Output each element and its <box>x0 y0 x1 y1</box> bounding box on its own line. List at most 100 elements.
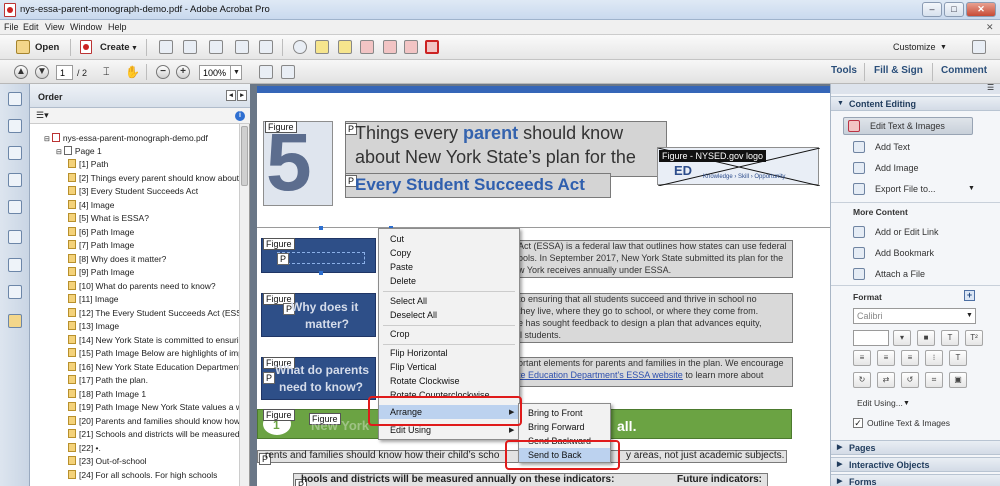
tab-fill-sign[interactable]: Fill & Sign <box>874 65 923 76</box>
section-content-editing[interactable]: ▼ Content Editing <box>831 96 1000 111</box>
tree-item[interactable]: [21] Schools and districts will be measu… <box>68 428 240 441</box>
section-pages[interactable]: ▶ Pages <box>831 440 1000 455</box>
tree-item[interactable]: [24] For all schools. For high schools <box>68 469 217 482</box>
menu-view[interactable]: View <box>45 22 64 32</box>
font-dropdown-icon[interactable]: ▼ <box>966 312 973 319</box>
submenu-bring-to-front[interactable]: Bring to Front <box>519 406 610 420</box>
add-bookmark-button[interactable]: Add Bookmark <box>849 245 934 261</box>
scrollbar-thumb[interactable] <box>241 126 248 186</box>
menu-item-delete[interactable]: Delete <box>379 274 519 288</box>
menu-item-rotate-clockwise[interactable]: Rotate Clockwise <box>379 374 519 388</box>
tree-item[interactable]: [7] Path Image <box>68 239 134 252</box>
edit-using-menu[interactable]: Edit Using... <box>857 398 903 408</box>
signatures-icon[interactable] <box>8 173 22 187</box>
order-panel-icon[interactable] <box>8 314 22 328</box>
upload-icon[interactable] <box>209 40 223 54</box>
export-dropdown-icon[interactable]: ▼ <box>968 185 975 192</box>
tab-tools[interactable]: Tools <box>831 65 857 76</box>
menu-item-cut[interactable]: Cut <box>379 232 519 246</box>
font-size-input[interactable] <box>853 330 889 346</box>
pen-icon[interactable] <box>8 230 22 244</box>
close-button[interactable]: ✕ <box>966 2 996 17</box>
bullets-icon[interactable]: ⁝ <box>925 350 943 366</box>
tree-item[interactable]: [2] Things every parent should know abou… <box>68 172 240 185</box>
superscript-icon[interactable]: T <box>949 350 967 366</box>
page-thumbnails-icon[interactable] <box>8 92 22 106</box>
tree-item[interactable]: [18] Path Image 1 <box>68 388 146 401</box>
clip-icon[interactable] <box>8 200 22 214</box>
essa-website-link[interactable]: te Education Department's ESSA website <box>518 370 683 380</box>
selection-handle[interactable] <box>319 271 323 275</box>
size-dropdown-icon[interactable]: ▾ <box>893 330 911 346</box>
menu-item-copy[interactable]: Copy <box>379 246 519 260</box>
zoom-out-icon[interactable]: − <box>156 65 170 79</box>
tree-item[interactable]: [4] Image <box>68 199 114 212</box>
figure-number-five[interactable]: 5 <box>263 117 333 208</box>
edit-text-images-button[interactable]: Edit Text & Images <box>843 117 973 135</box>
menu-item-deselect-all[interactable]: Deselect All <box>379 308 519 322</box>
settings-gear-icon[interactable] <box>293 40 307 54</box>
edit-icon[interactable] <box>235 40 249 54</box>
tree-file-row[interactable]: ⊟ nys-essa-parent-monograph-demo.pdf <box>44 132 208 145</box>
menu-help[interactable]: Help <box>108 22 127 32</box>
rotate-ccw-icon[interactable]: ↺ <box>901 372 919 388</box>
maximize-button[interactable]: □ <box>944 2 964 17</box>
expand-icon[interactable] <box>972 40 986 54</box>
text-size-up-icon[interactable]: T² <box>965 330 983 346</box>
edit-using-dropdown-icon[interactable]: ▼ <box>903 400 910 407</box>
edit-text-images-toolbar-icon[interactable] <box>425 40 439 54</box>
tree-item[interactable]: [23] Out-of-school <box>68 455 147 468</box>
select-cursor-icon[interactable]: ⌶ <box>103 66 110 79</box>
outline-checkbox[interactable]: ✓ <box>853 418 863 428</box>
tree-item[interactable]: [20] Parents and families should know ho… <box>68 415 240 428</box>
customize-menu[interactable]: Customize <box>893 42 936 52</box>
menu-item-paste[interactable]: Paste <box>379 260 519 274</box>
full-screen-icon[interactable] <box>281 65 295 79</box>
attach-file-button[interactable]: Attach a File <box>849 266 925 282</box>
redact-icon[interactable] <box>383 40 397 54</box>
stamp-icon[interactable] <box>360 40 374 54</box>
bookmarks-icon[interactable] <box>8 119 22 133</box>
crop-icon[interactable]: ⌗ <box>925 372 943 388</box>
menu-item-flip-vertical[interactable]: Flip Vertical <box>379 360 519 374</box>
banner-text-frame[interactable] <box>277 252 365 264</box>
color-picker-icon[interactable]: ■ <box>917 330 935 346</box>
add-format-icon[interactable]: + <box>964 290 975 301</box>
menu-edit[interactable]: Edit <box>23 22 39 32</box>
tree-item[interactable]: [9] Path Image <box>68 266 134 279</box>
tree-item[interactable]: [16] New York State Education Department… <box>68 361 240 374</box>
create-button[interactable]: Create <box>100 39 130 56</box>
create-dropdown-icon[interactable]: ▼ <box>131 45 138 52</box>
align-center-icon[interactable]: ≡ <box>877 350 895 366</box>
menu-item-crop[interactable]: Crop <box>379 327 519 341</box>
menu-file[interactable]: File <box>4 22 19 32</box>
add-image-button[interactable]: Add Image <box>849 160 919 176</box>
fit-page-icon[interactable] <box>259 65 273 79</box>
next-page-icon[interactable]: ▼ <box>35 65 49 79</box>
submenu-bring-forward[interactable]: Bring Forward <box>519 420 610 434</box>
add-text-button[interactable]: Add Text <box>849 139 910 155</box>
close-document-icon[interactable]: ✕ <box>986 22 994 33</box>
menu-window[interactable]: Window <box>70 22 102 32</box>
tree-item[interactable]: [11] Image <box>68 293 119 306</box>
tree-item[interactable]: [22] •. <box>68 442 101 455</box>
expand-right-icon[interactable]: ▸ <box>237 90 247 101</box>
hand-tool-icon[interactable]: ✋ <box>125 65 140 79</box>
tab-comment[interactable]: Comment <box>941 65 987 76</box>
tree-item[interactable]: [1] Path <box>68 158 108 171</box>
zoom-level-input[interactable] <box>199 65 231 80</box>
comment-bubble-icon[interactable] <box>315 40 329 54</box>
flip-icon[interactable]: ⇄ <box>877 372 895 388</box>
minimize-button[interactable]: – <box>922 2 942 17</box>
options-menu-icon[interactable]: ☰▾ <box>36 110 49 121</box>
add-edit-link-button[interactable]: Add or Edit Link <box>849 224 939 240</box>
tree-item[interactable]: [10] What do parents need to know? <box>68 280 216 293</box>
panel-options-icon[interactable]: ☰ <box>987 83 994 92</box>
tree-item[interactable]: [6] Path Image <box>68 226 134 239</box>
order-scrollbar[interactable] <box>239 124 249 486</box>
selection-handle[interactable] <box>319 226 323 230</box>
customize-dropdown-icon[interactable]: ▼ <box>940 44 947 51</box>
save-icon[interactable] <box>159 40 173 54</box>
align-left-icon[interactable]: ≡ <box>853 350 871 366</box>
email-icon[interactable] <box>259 40 273 54</box>
